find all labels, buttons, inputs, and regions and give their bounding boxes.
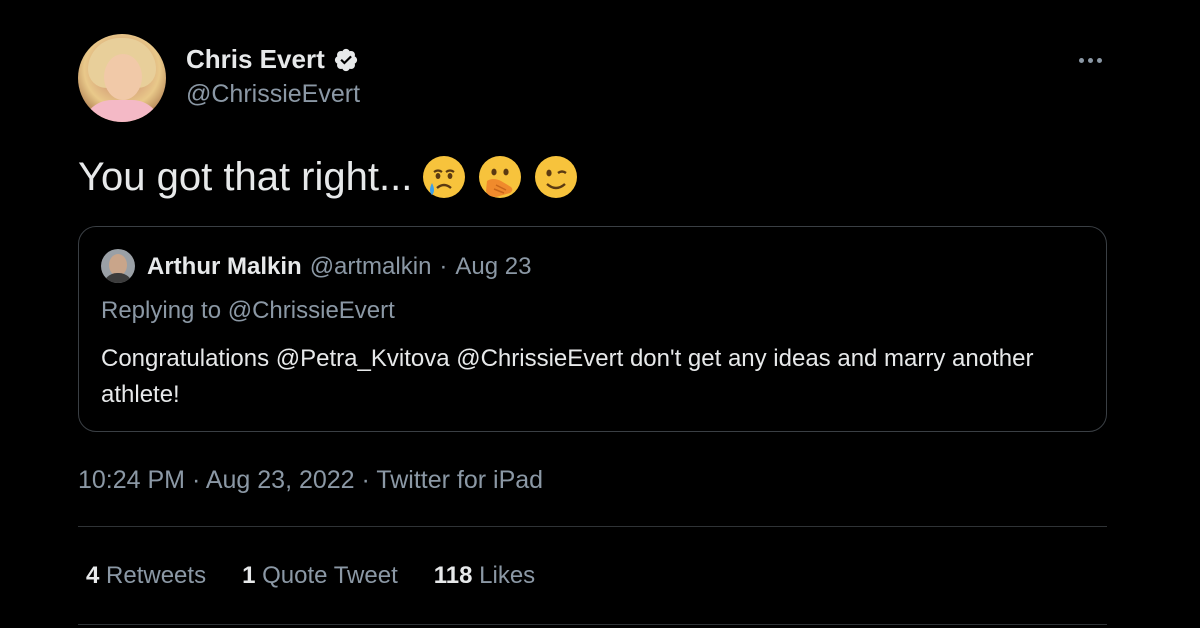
quoted-tweet-header: Arthur Malkin @artmalkin · Aug 23 bbox=[147, 253, 532, 281]
quote-tweets-stat[interactable]: 1 Quote Tweet bbox=[242, 562, 398, 590]
likes-count: 118 bbox=[433, 562, 473, 589]
quoted-author-name[interactable]: Arthur Malkin bbox=[147, 253, 302, 281]
face-with-hand-over-mouth-emoji-icon bbox=[479, 156, 522, 198]
quoted-avatar-body bbox=[103, 273, 133, 283]
tweet-card: Chris Evert @ChrissieEvert You got that … bbox=[0, 0, 1200, 628]
retweets-label: Retweets bbox=[106, 562, 207, 589]
divider bbox=[78, 526, 1107, 527]
quoted-separator: · bbox=[439, 253, 448, 280]
crying-face-emoji-icon bbox=[423, 156, 466, 198]
winking-face-emoji-icon bbox=[535, 156, 578, 198]
likes-label: Likes bbox=[479, 562, 536, 589]
divider bbox=[78, 624, 1107, 625]
avatar-shoulder bbox=[82, 100, 162, 122]
tweet-text-content: You got that right... bbox=[78, 154, 413, 199]
author-handle[interactable]: @ChrissieEvert bbox=[186, 80, 360, 109]
quoted-replying-to: Replying to @ChrissieEvert bbox=[101, 297, 395, 324]
author-name-row[interactable]: Chris Evert bbox=[186, 44, 359, 75]
retweets-stat[interactable]: 4 Retweets bbox=[86, 562, 206, 590]
verified-badge-icon bbox=[334, 48, 357, 71]
retweets-count: 4 bbox=[86, 562, 100, 589]
quoted-author-avatar[interactable] bbox=[101, 249, 135, 283]
quoted-author-handle[interactable]: @artmalkin bbox=[310, 253, 432, 281]
quoted-tweet[interactable]: Arthur Malkin @artmalkin · Aug 23 Replyi… bbox=[78, 226, 1107, 432]
quote-tweets-count: 1 bbox=[242, 562, 256, 589]
quoted-tweet-text: Congratulations @Petra_Kvitova @Chrissie… bbox=[101, 345, 1034, 408]
tweet-stats: 4 Retweets 1 Quote Tweet 118 Likes bbox=[86, 562, 535, 590]
quoted-date[interactable]: Aug 23 bbox=[455, 253, 531, 281]
quote-tweets-label: Quote Tweet bbox=[262, 562, 398, 589]
author-display-name[interactable]: Chris Evert bbox=[186, 44, 325, 75]
likes-stat[interactable]: 118 Likes bbox=[434, 562, 535, 590]
tweet-text: You got that right... bbox=[78, 153, 580, 201]
more-options-icon[interactable] bbox=[1074, 50, 1106, 70]
author-avatar[interactable] bbox=[78, 34, 166, 122]
avatar-face bbox=[104, 54, 142, 100]
tweet-timestamp[interactable]: 10:24 PM · Aug 23, 2022 · Twitter for iP… bbox=[78, 466, 543, 495]
